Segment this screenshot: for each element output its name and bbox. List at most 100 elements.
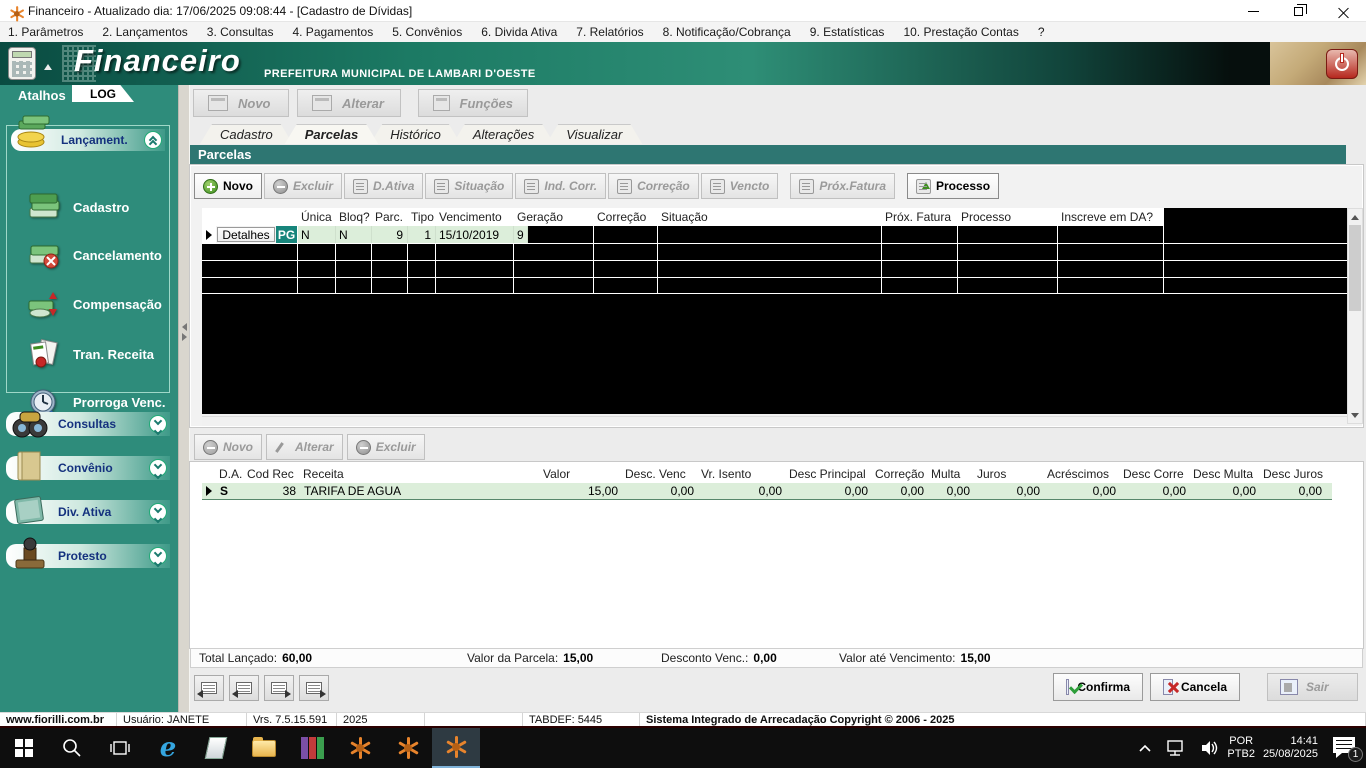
clock[interactable]: 14:41 25/08/2025 xyxy=(1255,735,1326,761)
sidebar-item-cancelamento[interactable]: Cancelamento xyxy=(27,240,162,270)
tray-expand-button[interactable] xyxy=(1131,728,1159,768)
parcela-dativa-button[interactable]: D.Ativa xyxy=(344,173,423,199)
cell-redacted xyxy=(1058,226,1164,243)
receita-excluir-button[interactable]: Excluir xyxy=(347,434,425,460)
parcelas-vertical-scrollbar[interactable] xyxy=(1347,208,1363,424)
parcela-proxfatura-button[interactable]: Próx.Fatura xyxy=(790,173,895,199)
fiorilli-app-button[interactable] xyxy=(384,728,432,768)
notepad-app-button[interactable] xyxy=(192,728,240,768)
novo-record-button[interactable]: Novo xyxy=(193,89,289,117)
expand-chevron-icon[interactable] xyxy=(149,503,167,521)
note-icon xyxy=(710,179,725,194)
expand-chevron-icon[interactable] xyxy=(149,415,167,433)
power-exit-button[interactable] xyxy=(1326,49,1358,79)
sidebar-item-tran-receita[interactable]: Tran. Receita xyxy=(27,338,154,370)
col-valor: Valor xyxy=(540,465,622,483)
sidebar-item-compensacao[interactable]: Compensação xyxy=(27,289,162,319)
search-button[interactable] xyxy=(48,728,96,768)
tab-alteracoes[interactable]: Alterações xyxy=(453,124,554,144)
receita-novo-button[interactable]: Novo xyxy=(194,434,262,460)
receitas-grid-header: D.A. Cod Rec Receita Valor Desc. Venc Vr… xyxy=(202,465,1332,483)
menu-relatorios[interactable]: 7. Relatórios xyxy=(576,25,643,39)
menu-estatisticas[interactable]: 9. Estatísticas xyxy=(810,25,885,39)
tab-parcelas[interactable]: Parcelas xyxy=(285,124,379,144)
receita-excluir-label: Excluir xyxy=(376,440,416,454)
expand-chevron-icon[interactable] xyxy=(149,547,167,565)
cell-juros: 0,00 xyxy=(974,483,1044,499)
tab-cadastro[interactable]: Cadastro xyxy=(200,124,293,144)
scroll-up-icon[interactable] xyxy=(1349,210,1361,224)
caret-up-icon[interactable] xyxy=(44,64,52,70)
cancela-button[interactable]: Cancela xyxy=(1150,673,1240,701)
restore-button[interactable] xyxy=(1276,0,1321,22)
parcela-row-selected[interactable]: Detalhes PG N N 9 1 15/10/2019 9 xyxy=(202,226,1347,243)
nav-next-button[interactable] xyxy=(264,675,294,701)
valor-parcela-value: 15,00 xyxy=(563,651,593,665)
sair-button[interactable]: Sair xyxy=(1267,673,1358,701)
menu-lancamentos[interactable]: 2. Lançamentos xyxy=(102,25,187,39)
scrollbar-thumb[interactable] xyxy=(1349,225,1361,311)
sidebar-group-protesto[interactable]: Protesto xyxy=(6,544,170,568)
valor-ate-vencimento-value: 15,00 xyxy=(961,651,991,665)
close-button[interactable] xyxy=(1321,0,1366,22)
menu-consultas[interactable]: 3. Consultas xyxy=(207,25,274,39)
fiorilli-app-button-active[interactable] xyxy=(432,728,480,768)
menu-divida-ativa[interactable]: 6. Divida Ativa xyxy=(481,25,557,39)
menu-parametros[interactable]: 1. Parâmetros xyxy=(8,25,83,39)
parcela-processo-button[interactable]: Processo xyxy=(907,173,999,199)
task-view-button[interactable] xyxy=(96,728,144,768)
volume-tray-button[interactable] xyxy=(1193,728,1227,768)
parcela-indcorr-button[interactable]: Ind. Corr. xyxy=(515,173,606,199)
tab-historico[interactable]: Histórico xyxy=(370,124,461,144)
minimize-button[interactable] xyxy=(1231,0,1276,22)
alterar-record-button[interactable]: Alterar xyxy=(297,89,401,117)
language-indicator[interactable]: POR PTB2 xyxy=(1227,735,1255,761)
confirma-button[interactable]: Confirma xyxy=(1053,673,1143,701)
menu-convenios[interactable]: 5. Convênios xyxy=(392,25,462,39)
calculator-icon[interactable] xyxy=(8,47,36,80)
col-inscreve-da: Inscreve em DA? xyxy=(1058,208,1164,226)
sidebar-splitter[interactable] xyxy=(178,85,190,712)
parcela-correcao-button[interactable]: Correção xyxy=(608,173,699,199)
parcela-row-empty[interactable] xyxy=(202,277,1347,294)
start-button[interactable] xyxy=(0,728,48,768)
splitter-right-arrow-icon xyxy=(182,333,187,341)
funcoes-button[interactable]: Funções xyxy=(418,89,528,117)
menu-notificacao[interactable]: 8. Notificação/Cobrança xyxy=(663,25,791,39)
parcela-row-empty[interactable] xyxy=(202,243,1347,260)
collapse-chevron-icon[interactable] xyxy=(144,131,162,149)
receita-alterar-button[interactable]: Alterar xyxy=(266,434,343,460)
nav-first-button[interactable] xyxy=(194,675,224,701)
tab-visualizar[interactable]: Visualizar xyxy=(546,124,642,144)
log-tab[interactable]: LOG xyxy=(72,85,134,102)
group-header-lancamento[interactable]: Lançament. xyxy=(11,129,165,151)
winrar-button[interactable] xyxy=(288,728,336,768)
parcela-situacao-button[interactable]: Situação xyxy=(425,173,513,199)
file-explorer-button[interactable] xyxy=(240,728,288,768)
parcela-excluir-button[interactable]: Excluir xyxy=(264,173,342,199)
internet-explorer-button[interactable]: e xyxy=(144,728,192,768)
nav-last-button[interactable] xyxy=(299,675,329,701)
receita-row-selected[interactable]: S 38 TARIFA DE AGUA 15,00 0,00 0,00 0,00… xyxy=(202,483,1332,500)
menu-help[interactable]: ? xyxy=(1038,25,1045,39)
sidebar-group-consultas[interactable]: Consultas xyxy=(6,412,170,436)
scroll-down-icon[interactable] xyxy=(1349,408,1361,422)
fiorilli-app-button[interactable] xyxy=(336,728,384,768)
status-user: Usuário: JANETE xyxy=(117,713,247,726)
sidebar-group-div-ativa[interactable]: Div. Ativa xyxy=(6,500,170,524)
detalhes-button[interactable]: Detalhes xyxy=(217,227,275,242)
action-center-button[interactable]: 1 xyxy=(1326,728,1366,768)
parcelas-horizontal-scrollbar[interactable] xyxy=(202,416,1347,426)
parcela-vencto-button[interactable]: Vencto xyxy=(701,173,779,199)
menu-prestacao[interactable]: 10. Prestação Contas xyxy=(903,25,1018,39)
network-tray-button[interactable] xyxy=(1159,728,1193,768)
nav-previous-button[interactable] xyxy=(229,675,259,701)
parcela-novo-button[interactable]: Novo xyxy=(194,173,262,199)
menu-pagamentos[interactable]: 4. Pagamentos xyxy=(292,25,373,39)
parcela-row-empty[interactable] xyxy=(202,260,1347,277)
sidebar-item-cadastro[interactable]: Cadastro xyxy=(27,192,129,222)
parcela-vencto-label: Vencto xyxy=(730,179,770,193)
expand-chevron-icon[interactable] xyxy=(149,459,167,477)
sidebar-group-convenio[interactable]: Convênio xyxy=(6,456,170,480)
speaker-icon xyxy=(1200,739,1220,757)
